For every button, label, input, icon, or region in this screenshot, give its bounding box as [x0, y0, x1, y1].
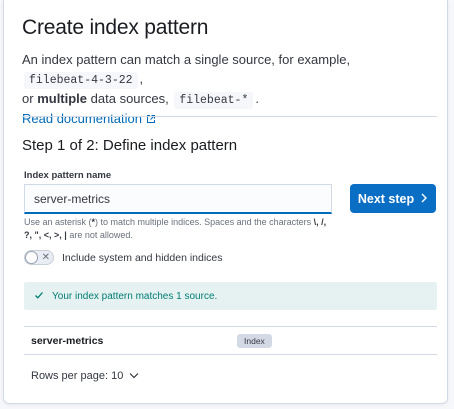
table-bottom-border	[24, 354, 437, 355]
example-single-source: filebeat-4-3-22	[24, 72, 138, 89]
create-index-pattern-panel: Create index pattern An index pattern ca…	[3, 0, 448, 404]
include-hidden-switch[interactable]: ✕	[24, 250, 54, 265]
source-type-badge: Index	[237, 334, 272, 348]
chevron-right-icon	[420, 192, 428, 206]
help-chars-1: \, /,	[313, 217, 327, 227]
help-text-2: ) to match multiple indices. Spaces and …	[95, 217, 312, 227]
match-callout-text: Your index pattern matches 1 source.	[52, 290, 218, 302]
read-documentation-link[interactable]: Read documentation	[22, 109, 156, 128]
page-title: Create index pattern	[22, 16, 209, 39]
rows-per-page-button[interactable]: Rows per page: 10	[31, 370, 139, 382]
desc-bold-multiple: multiple	[37, 91, 88, 106]
check-icon	[34, 287, 44, 305]
help-chars-2: ?, ", <, >, |	[24, 230, 67, 240]
next-step-label: Next step	[357, 191, 415, 206]
desc-text-4: .	[255, 91, 259, 106]
include-hidden-toggle-row: ✕ Include system and hidden indices	[24, 250, 223, 265]
read-documentation-label: Read documentation	[22, 111, 142, 126]
next-step-button[interactable]: Next step	[350, 184, 436, 213]
desc-text-or: or	[22, 91, 34, 106]
desc-text-1: An index pattern can match a single sour…	[22, 52, 351, 67]
source-name-cell: server-metrics	[31, 335, 104, 347]
include-hidden-label: Include system and hidden indices	[62, 251, 223, 264]
switch-knob	[25, 251, 38, 264]
help-text-3: are not allowed.	[69, 230, 133, 240]
index-pattern-help-text: Use an asterisk (*) to match multiple in…	[24, 216, 344, 242]
index-pattern-name-input[interactable]	[24, 184, 332, 214]
index-pattern-name-label: Index pattern name	[24, 170, 112, 181]
match-callout: Your index pattern matches 1 source.	[24, 282, 437, 310]
rows-per-page-label: Rows per page: 10	[31, 370, 124, 382]
external-link-icon	[146, 114, 156, 124]
desc-text-3: data sources,	[90, 91, 169, 106]
chevron-down-icon	[129, 370, 139, 382]
step-title: Step 1 of 2: Define index pattern	[22, 137, 238, 154]
table-top-border	[24, 326, 437, 327]
cross-icon: ✕	[41, 252, 50, 263]
help-text-1: Use an asterisk (	[24, 217, 92, 227]
section-divider	[22, 116, 437, 117]
example-multiple-sources: filebeat-*	[174, 92, 254, 109]
desc-text-2: ,	[139, 71, 144, 86]
